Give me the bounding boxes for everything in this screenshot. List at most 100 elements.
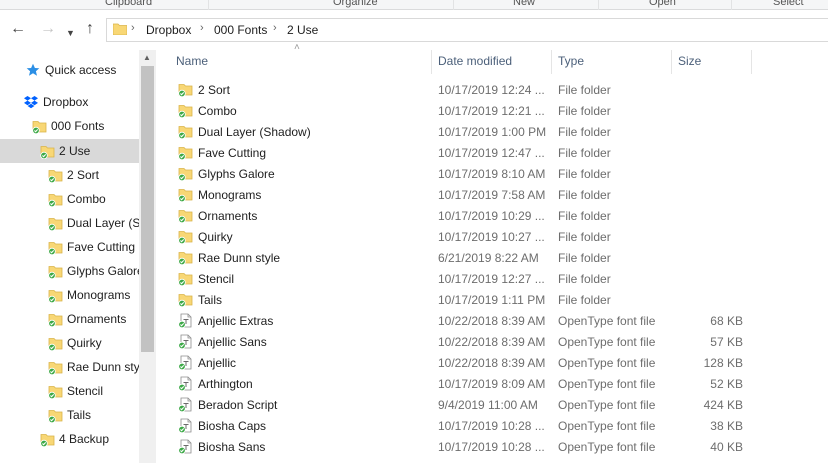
sidebar-item[interactable]: Fave Cutting [0, 235, 139, 259]
synced-folder-icon [178, 292, 193, 308]
column-divider[interactable] [751, 50, 752, 74]
arrow-up-icon[interactable]: ↑ [86, 20, 94, 38]
dropbox-icon [24, 95, 38, 109]
column-type[interactable]: Type [558, 54, 584, 68]
file-size: 40 KB [710, 440, 743, 454]
table-row[interactable]: Rae Dunn style 6/21/2019 8:22 AM File fold… [156, 247, 828, 268]
ribbon-group-select[interactable]: Select [773, 0, 804, 8]
arrow-right-icon[interactable]: → [40, 20, 56, 38]
address-bar[interactable]: › Dropbox › 000 Fonts › 2 Use [106, 18, 828, 42]
sidebar-item[interactable]: Quirky [0, 331, 139, 355]
table-row[interactable]: Anjellic Extras 10/22/2018 8:39 AM OpenTyp… [156, 310, 828, 331]
sidebar-item[interactable]: 2 Use [0, 139, 139, 163]
table-row[interactable]: Anjellic Sans 10/22/2018 8:39 AM OpenType … [156, 331, 828, 352]
sidebar-item[interactable]: Dual Layer (Sh [0, 211, 139, 235]
chevron-right-icon[interactable]: › [200, 22, 204, 34]
table-row[interactable]: Tails 10/17/2019 1:11 PM File folder [156, 289, 828, 310]
breadcrumb-000-fonts[interactable]: 000 Fonts [214, 23, 267, 37]
table-row[interactable]: Anjellic 10/22/2018 8:39 AM OpenType font … [156, 352, 828, 373]
file-name: Ornaments [198, 209, 258, 223]
table-row[interactable]: Biosha Sans 10/17/2019 10:28 ... OpenType … [156, 436, 828, 457]
sidebar-item-label: 4 Backup [59, 432, 110, 446]
synced-folder-icon [178, 145, 193, 161]
ribbon: Clipboard Organize New Open Select [0, 0, 828, 10]
synced-font-file-icon [178, 313, 193, 329]
file-name: Combo [198, 104, 237, 118]
breadcrumb-dropbox[interactable]: Dropbox [146, 23, 191, 37]
table-row[interactable]: Beradon Script 9/4/2019 11:00 AM OpenType … [156, 394, 828, 415]
file-date-modified: 10/22/2018 8:39 AM [438, 335, 546, 349]
file-type: OpenType font file [558, 356, 656, 370]
table-row[interactable]: Stencil 10/17/2019 12:27 ... File folder [156, 268, 828, 289]
sidebar-item[interactable]: 4 Backup [0, 427, 139, 451]
table-row[interactable]: Biosha Caps 10/17/2019 10:28 ... OpenType … [156, 415, 828, 436]
file-type: OpenType font file [558, 335, 656, 349]
sidebar-item[interactable]: 000 Fonts [0, 114, 139, 138]
nav-scrollbar[interactable]: ▲ [139, 50, 156, 463]
file-date-modified: 10/17/2019 7:58 AM [438, 188, 546, 202]
scroll-up-icon[interactable]: ▲ [143, 53, 151, 62]
table-row[interactable]: Monograms 10/17/2019 7:58 AM File folder [156, 184, 828, 205]
column-name[interactable]: Name [176, 54, 208, 68]
column-divider[interactable] [431, 50, 432, 74]
column-size[interactable]: Size [678, 54, 701, 68]
table-row[interactable]: Arthington 10/17/2019 8:09 AM OpenType fon… [156, 373, 828, 394]
sidebar-item-label: Ornaments [67, 312, 127, 326]
sidebar-item[interactable]: 2 Sort [0, 163, 139, 187]
sidebar-item[interactable]: Rae Dunn sty [0, 355, 139, 379]
sidebar-item-label: Dropbox [43, 95, 89, 109]
chevron-right-icon[interactable]: › [273, 22, 277, 34]
arrow-left-icon[interactable]: ← [10, 20, 26, 38]
sidebar-item[interactable]: Ornaments [0, 307, 139, 331]
table-row[interactable]: Combo 10/17/2019 12:21 ... File folder [156, 100, 828, 121]
chevron-right-icon[interactable]: › [131, 22, 135, 34]
synced-folder-icon [48, 216, 63, 232]
synced-folder-icon [178, 82, 193, 98]
synced-folder-icon [48, 288, 63, 304]
sidebar-item[interactable]: Combo [0, 187, 139, 211]
sidebar-item[interactable]: Monograms [0, 283, 139, 307]
table-row[interactable]: 2 Sort 10/17/2019 12:24 ... File folder [156, 79, 828, 100]
scroll-thumb[interactable] [141, 66, 154, 352]
ribbon-group-organize[interactable]: Organize [333, 0, 378, 8]
sidebar-item-label: Dual Layer (Sh [67, 216, 139, 230]
file-name: Dual Layer (Shadow) [198, 125, 311, 139]
column-divider[interactable] [551, 50, 552, 74]
file-type: File folder [558, 251, 611, 265]
ribbon-group-new[interactable]: New [513, 0, 535, 8]
file-date-modified: 10/17/2019 12:21 ... [438, 104, 545, 118]
ribbon-group-clipboard[interactable]: Clipboard [105, 0, 152, 8]
synced-folder-icon [178, 103, 193, 119]
table-row[interactable]: Glyphs Galore 10/17/2019 8:10 AM File fold… [156, 163, 828, 184]
sidebar-item[interactable]: Dropbox [0, 90, 139, 114]
sidebar-item-label: Combo [67, 192, 106, 206]
chevron-down-icon[interactable]: ▼ [66, 24, 75, 42]
column-date-modified[interactable]: Date modified [438, 54, 512, 68]
sidebar-item-label: Quirky [67, 336, 102, 350]
breadcrumb-2-use[interactable]: 2 Use [287, 23, 318, 37]
table-row[interactable]: Fave Cutting 10/17/2019 12:47 ... File fol… [156, 142, 828, 163]
file-date-modified: 10/17/2019 12:47 ... [438, 146, 545, 160]
file-type: OpenType font file [558, 419, 656, 433]
file-type: OpenType font file [558, 440, 656, 454]
synced-folder-icon [48, 264, 63, 280]
file-type: OpenType font file [558, 398, 656, 412]
sidebar-item[interactable]: Glyphs Galore [0, 259, 139, 283]
file-type: File folder [558, 272, 611, 286]
sidebar-item-label: Quick access [45, 63, 117, 77]
file-type: OpenType font file [558, 314, 656, 328]
ribbon-separator [731, 0, 732, 10]
table-row[interactable]: Quirky 10/17/2019 10:27 ... File folder [156, 226, 828, 247]
file-type: File folder [558, 104, 611, 118]
sidebar-item[interactable]: Tails [0, 403, 139, 427]
ribbon-group-open[interactable]: Open [649, 0, 676, 8]
file-name: Anjellic [198, 356, 237, 370]
column-divider[interactable] [671, 50, 672, 74]
table-row[interactable]: Ornaments 10/17/2019 10:29 ... File folder [156, 205, 828, 226]
sidebar-item[interactable]: Quick access [0, 58, 139, 82]
synced-folder-icon [48, 312, 63, 328]
sidebar-item[interactable]: Stencil [0, 379, 139, 403]
file-name: Stencil [198, 272, 235, 286]
table-row[interactable]: Dual Layer (Shadow) 10/17/2019 1:00 PM Fil… [156, 121, 828, 142]
sidebar-item-label: 2 Sort [67, 168, 100, 182]
